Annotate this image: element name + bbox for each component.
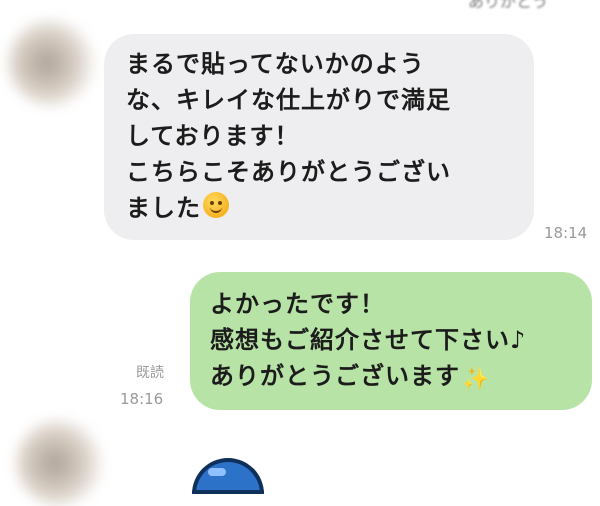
avatar[interactable] (8, 20, 94, 106)
sparkles-icon: ✨ (462, 367, 491, 392)
message-line: 感想もご紹介させて下さい♪ (210, 326, 527, 354)
outgoing-message-bubble[interactable]: よかったです！ 感想もご紹介させて下さい♪ ありがとうございます✨ (190, 272, 592, 410)
sticker-partial[interactable] (192, 458, 264, 494)
incoming-message-bubble[interactable]: まるで貼ってないかのよう な、キレイな仕上がりで満足 しております！ こちらこそ… (104, 34, 534, 240)
message-line: こちらこそありがとうござい (126, 158, 451, 186)
message-line: な、キレイな仕上がりで満足 (126, 86, 451, 114)
message-line: ありがとうございます (210, 362, 460, 390)
avatar[interactable] (16, 420, 102, 506)
message-line: しております！ (126, 122, 300, 150)
read-receipt-label: 既読 (136, 365, 164, 381)
message-line: ました (126, 194, 201, 222)
message-line: よかったです！ (210, 290, 385, 318)
message-line: まるで貼ってないかのよう (126, 50, 425, 78)
smiling-face-icon (203, 192, 229, 218)
message-timestamp: 18:16 (120, 390, 164, 408)
message-timestamp: 18:14 (544, 224, 588, 242)
header-partial-text: ありがとう (468, 0, 549, 11)
